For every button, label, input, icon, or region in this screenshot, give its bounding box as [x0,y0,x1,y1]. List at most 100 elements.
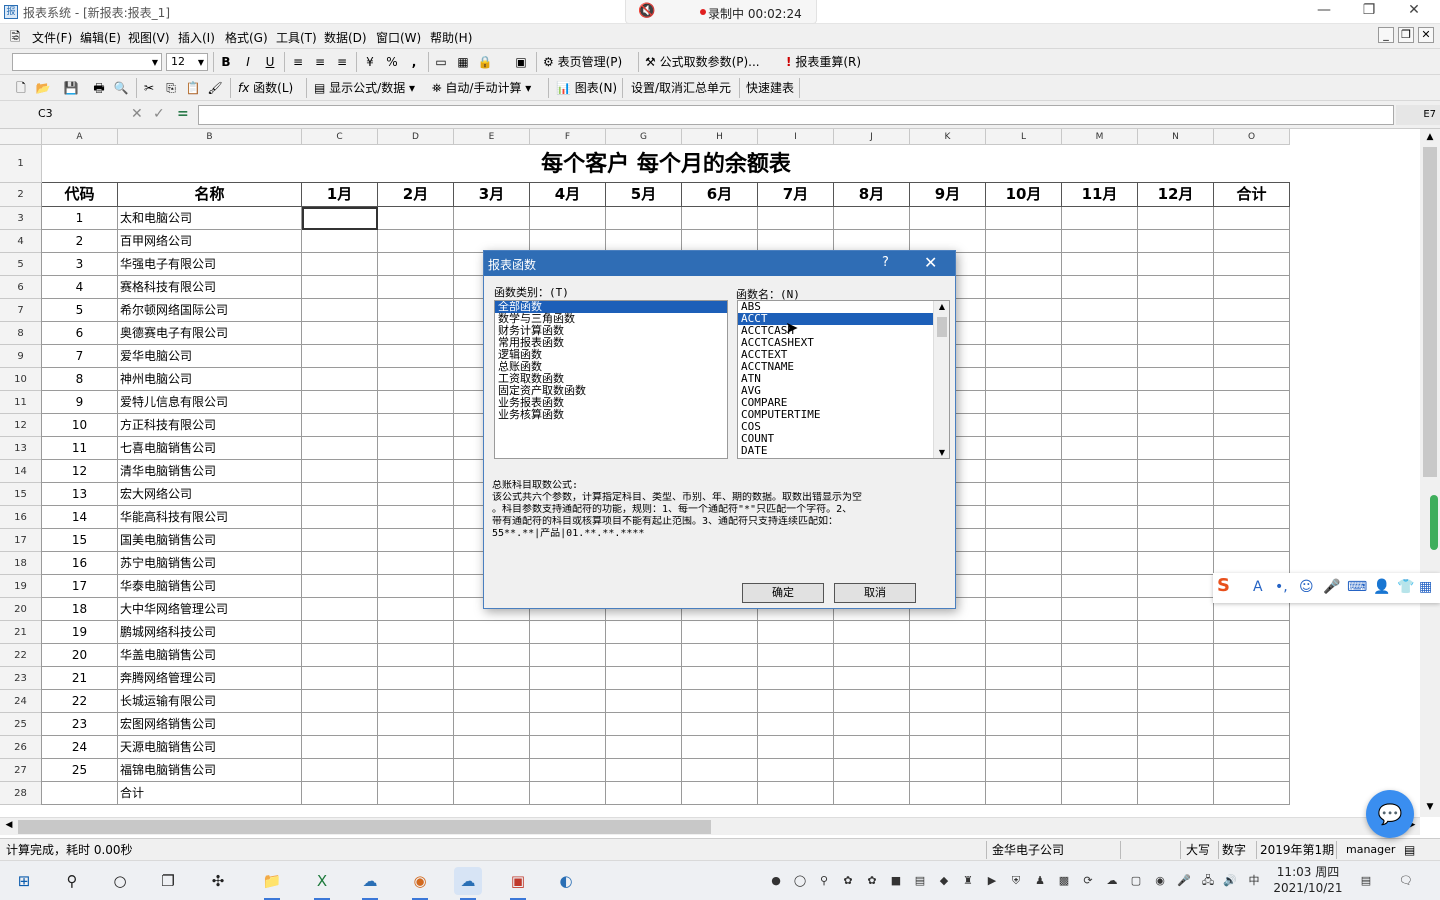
code-cell[interactable]: 3 [42,253,118,276]
data-cell[interactable] [1062,713,1138,736]
user-icon[interactable]: 👤 [1373,579,1390,595]
data-cell[interactable] [1062,506,1138,529]
data-cell[interactable] [1214,483,1290,506]
data-cell[interactable] [1138,644,1214,667]
code-cell[interactable]: 2 [42,230,118,253]
data-cell[interactable] [302,782,378,805]
code-cell[interactable]: 5 [42,299,118,322]
data-cell[interactable] [1138,437,1214,460]
tray-app-icon[interactable]: ▢ [1128,873,1144,889]
data-cell[interactable] [302,437,378,460]
column-header[interactable]: F [530,129,606,145]
data-cell[interactable] [302,690,378,713]
sogou-logo-icon[interactable]: S [1217,575,1230,596]
tray-app-icon[interactable]: ◉ [1152,873,1168,889]
name-cell[interactable]: 太和电脑公司 [118,207,302,230]
grid-icon[interactable]: ▦ [454,53,472,71]
name-cell[interactable]: 长城运输有限公司 [118,690,302,713]
data-cell[interactable] [1214,299,1290,322]
data-cell[interactable] [986,713,1062,736]
data-cell[interactable] [1138,207,1214,230]
data-cell[interactable] [1138,322,1214,345]
network-icon[interactable]: 🖧 [1200,873,1216,889]
code-cell[interactable]: 16 [42,552,118,575]
data-cell[interactable] [1214,207,1290,230]
row-header[interactable]: 28 [0,782,42,805]
data-cell[interactable] [302,391,378,414]
scroll-down-icon[interactable]: ▼ [934,448,949,457]
row-header[interactable]: 24 [0,690,42,713]
code-cell[interactable]: 20 [42,644,118,667]
tray-app-icon[interactable]: ◆ [936,873,952,889]
data-cell[interactable] [1138,575,1214,598]
name-cell[interactable]: 百甲网络公司 [118,230,302,253]
speaker-muted-icon[interactable]: 🔇 [638,3,655,19]
data-cell[interactable] [454,759,530,782]
data-cell[interactable] [378,690,454,713]
data-cell[interactable] [986,621,1062,644]
name-cell[interactable]: 方正科技有限公司 [118,414,302,437]
data-cell[interactable] [302,736,378,759]
data-cell[interactable] [302,621,378,644]
data-cell[interactable] [606,644,682,667]
format-painter-icon[interactable]: 🖌 [206,79,224,97]
data-cell[interactable] [1062,667,1138,690]
data-cell[interactable] [834,713,910,736]
data-cell[interactable] [378,437,454,460]
bold-icon[interactable]: B [217,53,235,71]
mdi-close-button[interactable]: ✕ [1418,27,1434,43]
data-cell[interactable] [302,529,378,552]
name-cell[interactable]: 苏宁电脑销售公司 [118,552,302,575]
show-formula-button[interactable]: ▤ 显示公式/数据 ▾ [314,79,415,97]
data-cell[interactable] [1062,391,1138,414]
data-cell[interactable] [1062,322,1138,345]
row-header[interactable]: 9 [0,345,42,368]
data-cell[interactable] [378,322,454,345]
data-cell[interactable] [1214,690,1290,713]
code-cell[interactable]: 4 [42,276,118,299]
data-cell[interactable] [378,414,454,437]
data-cell[interactable] [378,759,454,782]
selected-cell[interactable] [302,207,378,230]
data-cell[interactable] [530,736,606,759]
row-header[interactable]: 14 [0,460,42,483]
scroll-up-icon[interactable]: ▲ [934,302,949,311]
data-cell[interactable] [530,644,606,667]
data-cell[interactable] [302,345,378,368]
comma-icon[interactable]: , [405,53,423,71]
menu-window[interactable]: 窗口(W) [376,29,421,46]
data-cell[interactable] [1214,713,1290,736]
data-cell[interactable] [758,759,834,782]
name-cell[interactable]: 奔腾网络管理公司 [118,667,302,690]
formula-input[interactable] [198,105,1394,125]
data-cell[interactable] [530,759,606,782]
menu-edit[interactable]: 编辑(E) [80,29,121,46]
data-cell[interactable] [910,759,986,782]
column-header[interactable]: H [682,129,758,145]
italic-icon[interactable]: I [239,53,257,71]
currency-icon[interactable]: ¥ [361,53,379,71]
save-icon[interactable]: 💾 [62,79,80,97]
row-header[interactable]: 7 [0,299,42,322]
row-header[interactable]: 27 [0,759,42,782]
print-icon[interactable]: 🖶 [90,79,108,97]
data-cell[interactable] [302,483,378,506]
data-cell[interactable] [986,253,1062,276]
report-app-icon[interactable]: ☁ [356,867,384,900]
data-cell[interactable] [1138,391,1214,414]
row-header[interactable]: 13 [0,437,42,460]
data-cell[interactable] [378,460,454,483]
row-header[interactable]: 16 [0,506,42,529]
data-cell[interactable] [606,736,682,759]
data-cell[interactable] [1214,644,1290,667]
data-cell[interactable] [986,644,1062,667]
row-header[interactable]: 1 [0,145,42,183]
data-cell[interactable] [1138,299,1214,322]
row-header[interactable]: 4 [0,230,42,253]
lock-icon[interactable]: 🔒 [476,53,494,71]
notification-icon[interactable]: 🗨 [1398,873,1414,889]
row-header[interactable]: 23 [0,667,42,690]
data-cell[interactable] [1138,782,1214,805]
data-cell[interactable] [1062,414,1138,437]
data-cell[interactable] [682,207,758,230]
